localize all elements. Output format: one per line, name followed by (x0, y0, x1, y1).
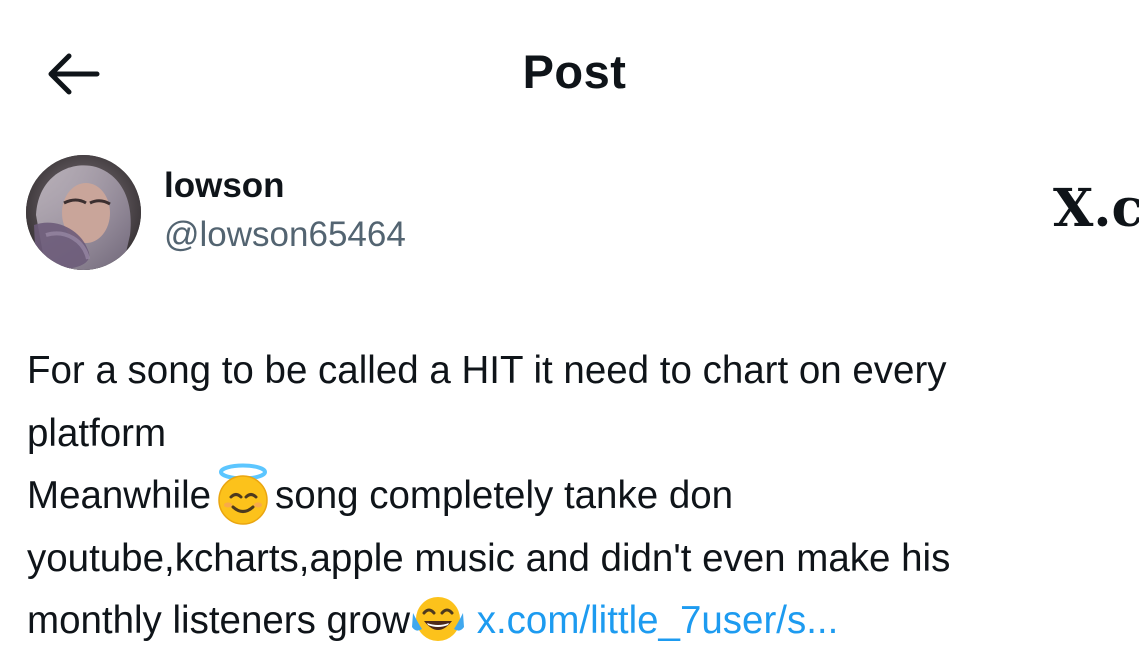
face-with-tears-of-joy-icon (410, 593, 466, 645)
post-text-segment: monthly listeners grow (27, 599, 411, 642)
post-text-segment: Meanwhile (27, 474, 212, 517)
x-logo-text: X.c (1053, 178, 1139, 239)
post-line: Meanwhile song completely tanke don (27, 462, 1137, 528)
author-name[interactable]: lowson (164, 166, 285, 206)
user-avatar-image (26, 155, 141, 270)
post-link[interactable]: x.com/little_7user/s... (477, 599, 839, 642)
post-page: Post lowson @lowson65464 X.c For a song … (0, 0, 1139, 659)
post-text: For a song to be called a HIT it need to… (27, 340, 1137, 653)
post-line: platform (27, 411, 167, 455)
post-line: For a song to be called a HIT it need to… (27, 349, 947, 392)
x-logo-watermark: X.c (1053, 178, 1139, 239)
smiling-face-with-halo-icon (211, 462, 275, 526)
post-text-segment: song completely tanke don (275, 474, 734, 517)
author-handle[interactable]: @lowson65464 (164, 215, 406, 255)
avatar[interactable] (26, 155, 141, 270)
post-line: youtube,kcharts,apple music and didn't e… (27, 536, 951, 580)
page-title: Post (522, 45, 627, 98)
post-line: monthly listeners grow x.com/little_7use… (27, 590, 1137, 653)
